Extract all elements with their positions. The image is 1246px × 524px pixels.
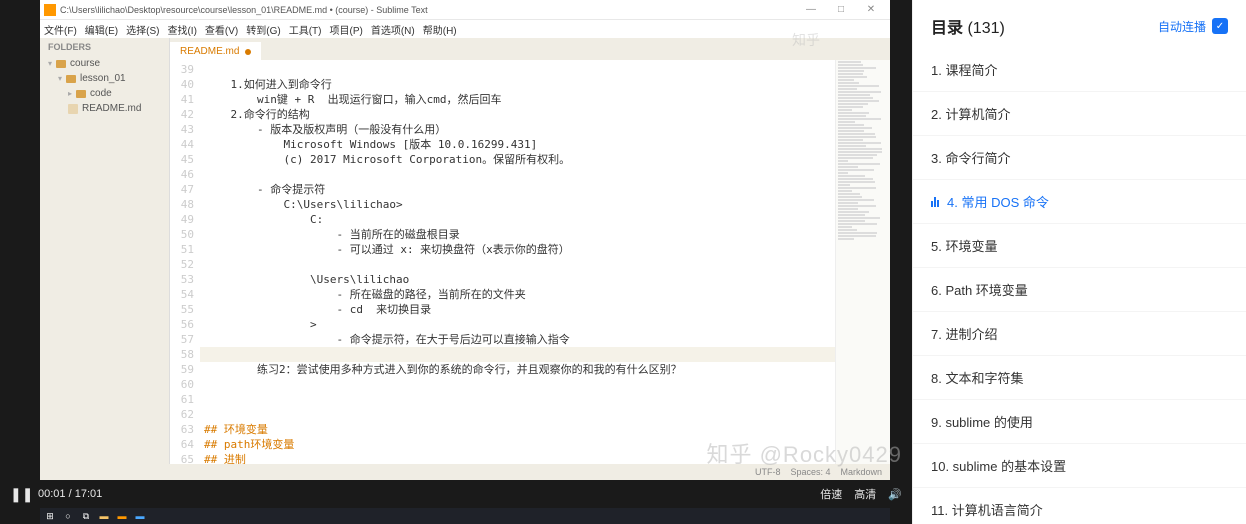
toc-item-label: 3. 命令行简介 — [931, 148, 1010, 167]
menu-item[interactable]: 编辑(E) — [85, 22, 118, 37]
taskview-icon[interactable]: ⧉ — [80, 510, 92, 522]
menu-item[interactable]: 文件(F) — [44, 22, 77, 37]
toc-item-label: 2. 计算机简介 — [931, 104, 1010, 123]
menu-bar: 文件(F) 编辑(E) 选择(S) 查找(I) 查看(V) 转到(G) 工具(T) 项目(P)… — [40, 20, 890, 38]
item-label: README.md — [82, 103, 141, 114]
sidebar-header: FOLDERS — [40, 38, 169, 56]
toc-item[interactable]: 3. 命令行简介 — [913, 136, 1246, 180]
status-bar: UTF-8 Spaces: 4 Markdown — [40, 464, 890, 480]
toc-item-label: 7. 进制介绍 — [931, 324, 997, 343]
check-icon: ✓ — [1212, 18, 1228, 34]
toc-panel: 目录 (131) 自动连播 ✓ 1. 课程简介 2. 计算机简介 3. 命令行简介 4… — [912, 0, 1246, 524]
menu-item[interactable]: 项目(P) — [330, 22, 363, 37]
status-spaces[interactable]: Spaces: 4 — [790, 467, 830, 477]
toc-item-label: 8. 文本和字符集 — [931, 368, 1023, 387]
menu-item[interactable]: 选择(S) — [126, 22, 159, 37]
toc-item[interactable]: 10. sublime 的基本设置 — [913, 444, 1246, 488]
menu-item[interactable]: 帮助(H) — [423, 22, 457, 37]
video-player-bar: ❚❚ 00:01 / 17:01 倍速 高清 🔊 — [0, 480, 912, 508]
explorer-icon[interactable]: ▬ — [98, 510, 110, 522]
menu-item[interactable]: 工具(T) — [289, 22, 322, 37]
toc-item-label: 10. sublime 的基本设置 — [931, 456, 1066, 475]
toc-header: 目录 (131) 自动连播 ✓ — [913, 0, 1246, 48]
menu-item[interactable]: 查看(V) — [205, 22, 238, 37]
tab-label: README.md — [180, 46, 239, 57]
toc-title: 目录 (131) — [931, 14, 1005, 38]
toc-item-label: 1. 课程简介 — [931, 60, 997, 79]
toc-item-label: 11. 计算机语言简介 — [931, 500, 1043, 519]
file-item[interactable]: README.md — [40, 101, 169, 116]
window-titlebar: C:\Users\lilichao\Desktop\resource\cours… — [40, 0, 890, 20]
folder-item[interactable]: ▾ course — [40, 56, 169, 71]
code-area: README.md 394041424344454647484950515253… — [170, 38, 890, 464]
chevron-icon: ▾ — [58, 74, 62, 83]
playing-icon — [931, 197, 939, 207]
file-icon — [68, 104, 78, 114]
toc-list[interactable]: 1. 课程简介 2. 计算机简介 3. 命令行简介 4. 常用 DOS 命令 5. 环境… — [913, 48, 1246, 524]
chevron-icon: ▾ — [48, 59, 52, 68]
tab-bar: README.md — [170, 38, 890, 60]
menu-item[interactable]: 查找(I) — [167, 22, 196, 37]
speed-button[interactable]: 倍速 — [820, 486, 842, 502]
folder-icon — [66, 75, 76, 83]
code-body[interactable]: 3940414243444546474849505152535455565758… — [170, 60, 890, 464]
item-label: code — [90, 88, 112, 99]
app-task-icon[interactable]: ▬ — [116, 510, 128, 522]
close-button[interactable]: ✕ — [856, 4, 886, 15]
maximize-button[interactable]: □ — [826, 4, 856, 15]
player-time: 00:01 / 17:01 — [38, 488, 102, 500]
sublime-window: C:\Users\lilichao\Desktop\resource\cours… — [40, 0, 890, 480]
minimize-button[interactable]: — — [796, 4, 826, 15]
toc-item-label: 4. 常用 DOS 命令 — [947, 192, 1049, 211]
folder-item[interactable]: ▾ lesson_01 — [40, 71, 169, 86]
tab-readme[interactable]: README.md — [170, 42, 261, 60]
modified-dot-icon — [245, 49, 251, 55]
minimap[interactable] — [835, 60, 890, 464]
window-title: C:\Users\lilichao\Desktop\resource\cours… — [60, 5, 428, 15]
sidebar: FOLDERS ▾ course ▾ lesson_01 ▸ code README.md — [40, 38, 170, 464]
toc-item-label: 6. Path 环境变量 — [931, 280, 1028, 299]
toc-item-label: 5. 环境变量 — [931, 236, 997, 255]
folder-icon — [76, 90, 86, 98]
status-syntax[interactable]: Markdown — [840, 467, 882, 477]
autoplay-toggle[interactable]: 自动连播 ✓ — [1158, 18, 1228, 35]
toc-item[interactable]: 8. 文本和字符集 — [913, 356, 1246, 400]
quality-button[interactable]: 高清 — [854, 486, 876, 502]
toc-item[interactable]: 4. 常用 DOS 命令 — [913, 180, 1246, 224]
watermark-small: 知乎 — [792, 30, 820, 50]
toc-item[interactable]: 6. Path 环境变量 — [913, 268, 1246, 312]
app-icon — [44, 4, 56, 16]
status-encoding[interactable]: UTF-8 — [755, 467, 781, 477]
line-gutter: 3940414243444546474849505152535455565758… — [170, 60, 200, 464]
video-area: C:\Users\lilichao\Desktop\resource\cours… — [0, 0, 912, 524]
code-lines[interactable]: 1.如何进入到命令行 win键 + R 出现运行窗口，输入cmd，然后回车 2.… — [200, 60, 890, 464]
cortana-icon[interactable]: ○ — [62, 510, 74, 522]
chevron-icon: ▸ — [68, 89, 72, 98]
toc-item[interactable]: 1. 课程简介 — [913, 48, 1246, 92]
toc-item[interactable]: 7. 进制介绍 — [913, 312, 1246, 356]
item-label: lesson_01 — [80, 73, 126, 84]
pause-button[interactable]: ❚❚ — [10, 486, 26, 503]
folder-item[interactable]: ▸ code — [40, 86, 169, 101]
start-icon[interactable]: ⊞ — [44, 510, 56, 522]
app-task-icon-2[interactable]: ▬ — [134, 510, 146, 522]
windows-taskbar: ⊞ ○ ⧉ ▬ ▬ ▬ — [40, 508, 890, 524]
toc-item[interactable]: 9. sublime 的使用 — [913, 400, 1246, 444]
toc-item[interactable]: 11. 计算机语言简介 — [913, 488, 1246, 524]
toc-item[interactable]: 5. 环境变量 — [913, 224, 1246, 268]
menu-item[interactable]: 首选项(N) — [371, 22, 415, 37]
folder-icon — [56, 60, 66, 68]
toc-item[interactable]: 2. 计算机简介 — [913, 92, 1246, 136]
volume-icon[interactable]: 🔊 — [888, 488, 902, 501]
item-label: course — [70, 58, 100, 69]
menu-item[interactable]: 转到(G) — [246, 22, 280, 37]
toc-item-label: 9. sublime 的使用 — [931, 412, 1033, 431]
